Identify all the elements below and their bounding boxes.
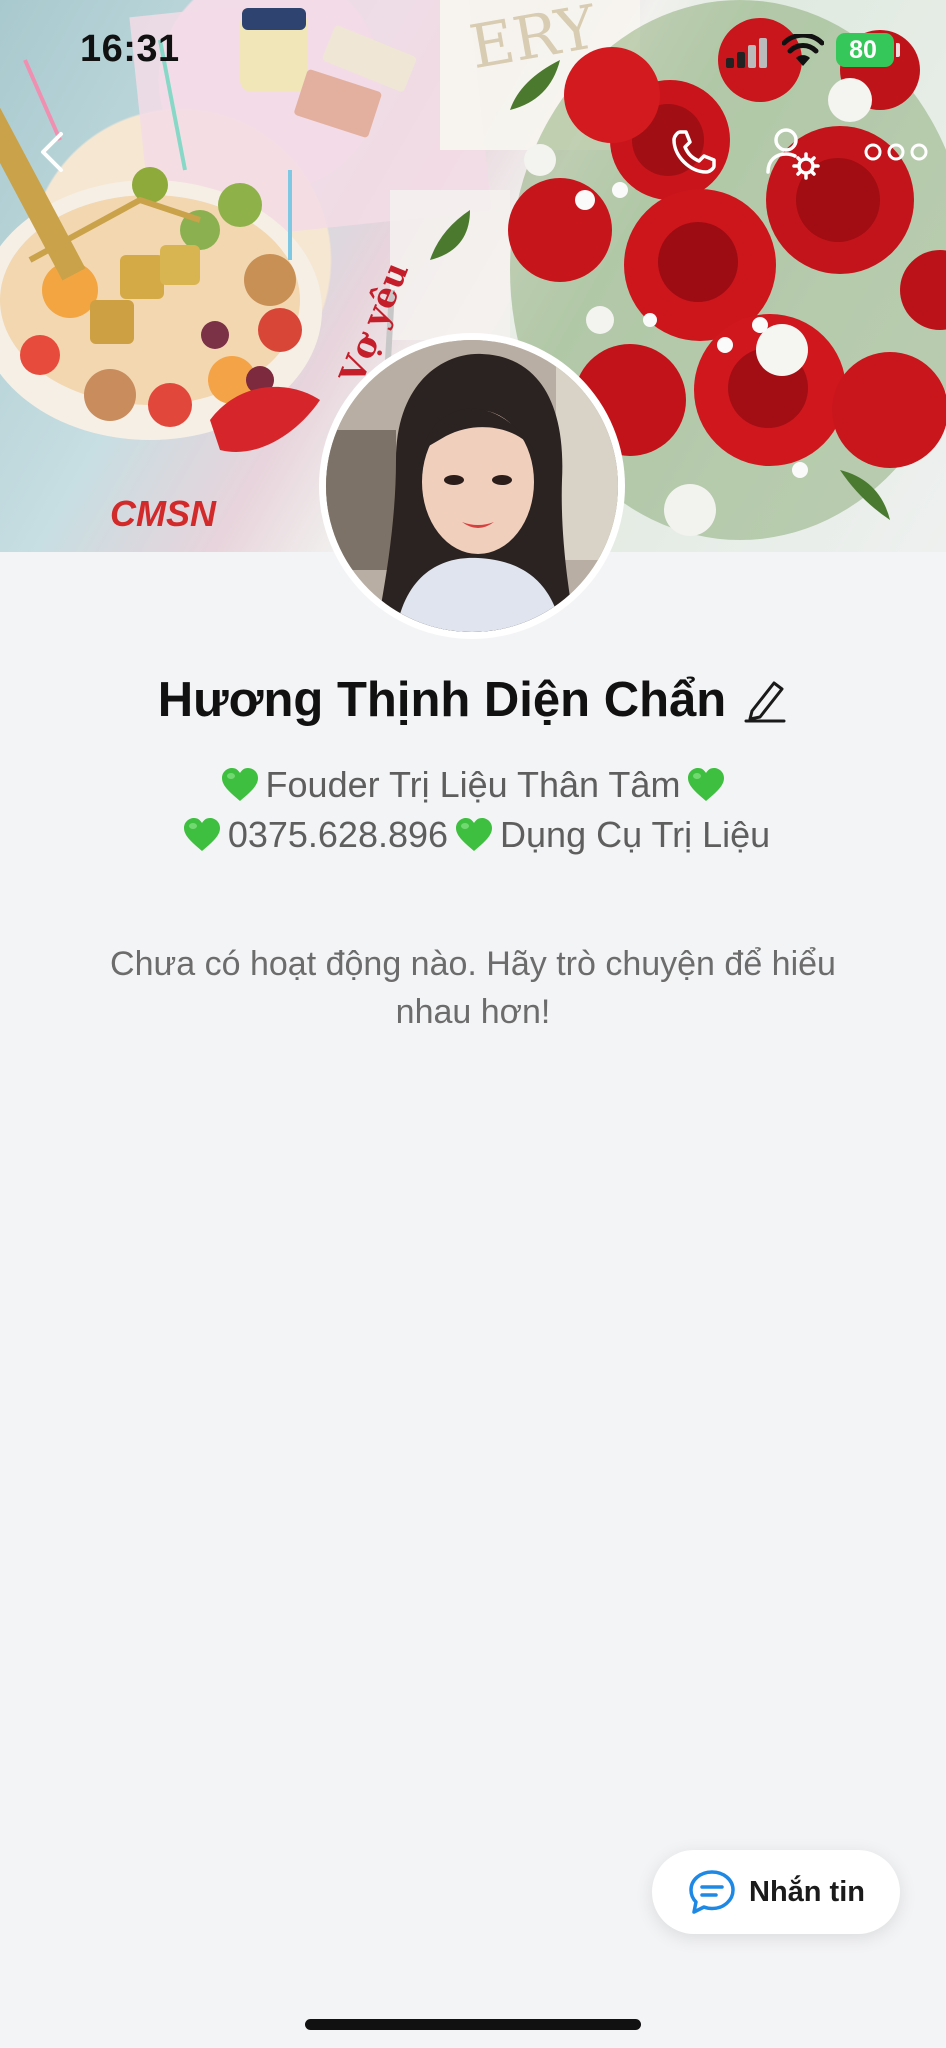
more-icon [864, 143, 928, 161]
cellular-signal-icon [726, 38, 770, 68]
green-heart-icon [456, 818, 493, 851]
bio-line-1: Fouder Trị Liệu Thân Tâm [0, 760, 946, 810]
bio-line-2-text: Dụng Cụ Trị Liệu [500, 814, 771, 855]
empty-activity-message: Chưa có hoạt động nào. Hãy trò chuyện để… [110, 945, 836, 1031]
message-button-label: Nhắn tin [749, 1875, 865, 1908]
status-time: 16:31 [80, 28, 180, 70]
call-button[interactable] [662, 120, 726, 184]
back-button[interactable] [20, 120, 84, 184]
avatar[interactable] [319, 333, 625, 639]
battery-tip [896, 43, 900, 57]
profile-settings-button[interactable] [760, 120, 824, 184]
more-button[interactable] [860, 120, 932, 184]
green-heart-icon [688, 768, 725, 801]
green-heart-icon [183, 818, 220, 851]
message-button[interactable]: Nhắn tin [652, 1850, 900, 1934]
green-heart-icon [221, 768, 258, 801]
profile-bio: Fouder Trị Liệu Thân Tâm 0375.628.896 Dụ… [0, 760, 946, 860]
phone-icon [672, 130, 716, 174]
user-settings-icon [766, 128, 820, 180]
profile-name: Hương Thịnh Diện Chẩn [157, 673, 727, 727]
bio-line-2: 0375.628.896 Dụng Cụ Trị Liệu [0, 810, 946, 860]
chevron-left-icon [41, 132, 63, 172]
svg-text:CMSN: CMSN [110, 493, 217, 534]
wifi-icon [781, 32, 825, 68]
home-indicator[interactable] [305, 2019, 641, 2030]
chat-bubble-icon [689, 1870, 735, 1914]
bio-line-1-text: Fouder Trị Liệu Thân Tâm [265, 764, 681, 805]
bio-phone-number: 0375.628.896 [227, 814, 449, 855]
edit-name-button[interactable] [742, 675, 788, 725]
profile-name-row: Hương Thịnh Diện Chẩn [0, 672, 946, 728]
avatar-photo [326, 340, 618, 632]
pencil-icon [744, 681, 786, 723]
status-bar: 16:31 80 [0, 0, 946, 100]
battery-indicator: 80 [836, 33, 894, 67]
